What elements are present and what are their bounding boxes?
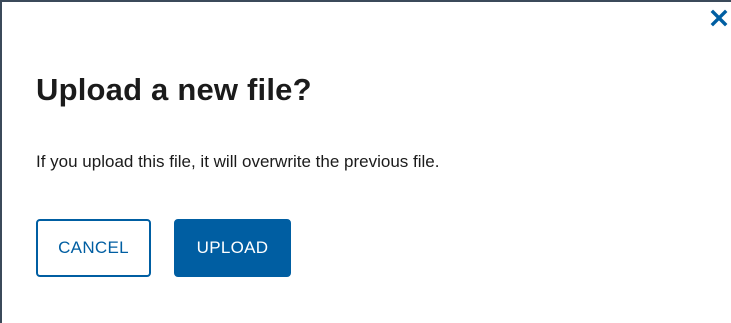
- upload-confirm-dialog: Upload a new file? If you upload this fi…: [0, 0, 731, 323]
- cancel-button[interactable]: CANCEL: [36, 219, 151, 277]
- close-button[interactable]: [709, 8, 729, 28]
- dialog-title: Upload a new file?: [36, 72, 312, 107]
- dialog-message: If you upload this file, it will overwri…: [36, 152, 440, 171]
- upload-button[interactable]: UPLOAD: [174, 219, 291, 277]
- close-icon: [709, 8, 729, 28]
